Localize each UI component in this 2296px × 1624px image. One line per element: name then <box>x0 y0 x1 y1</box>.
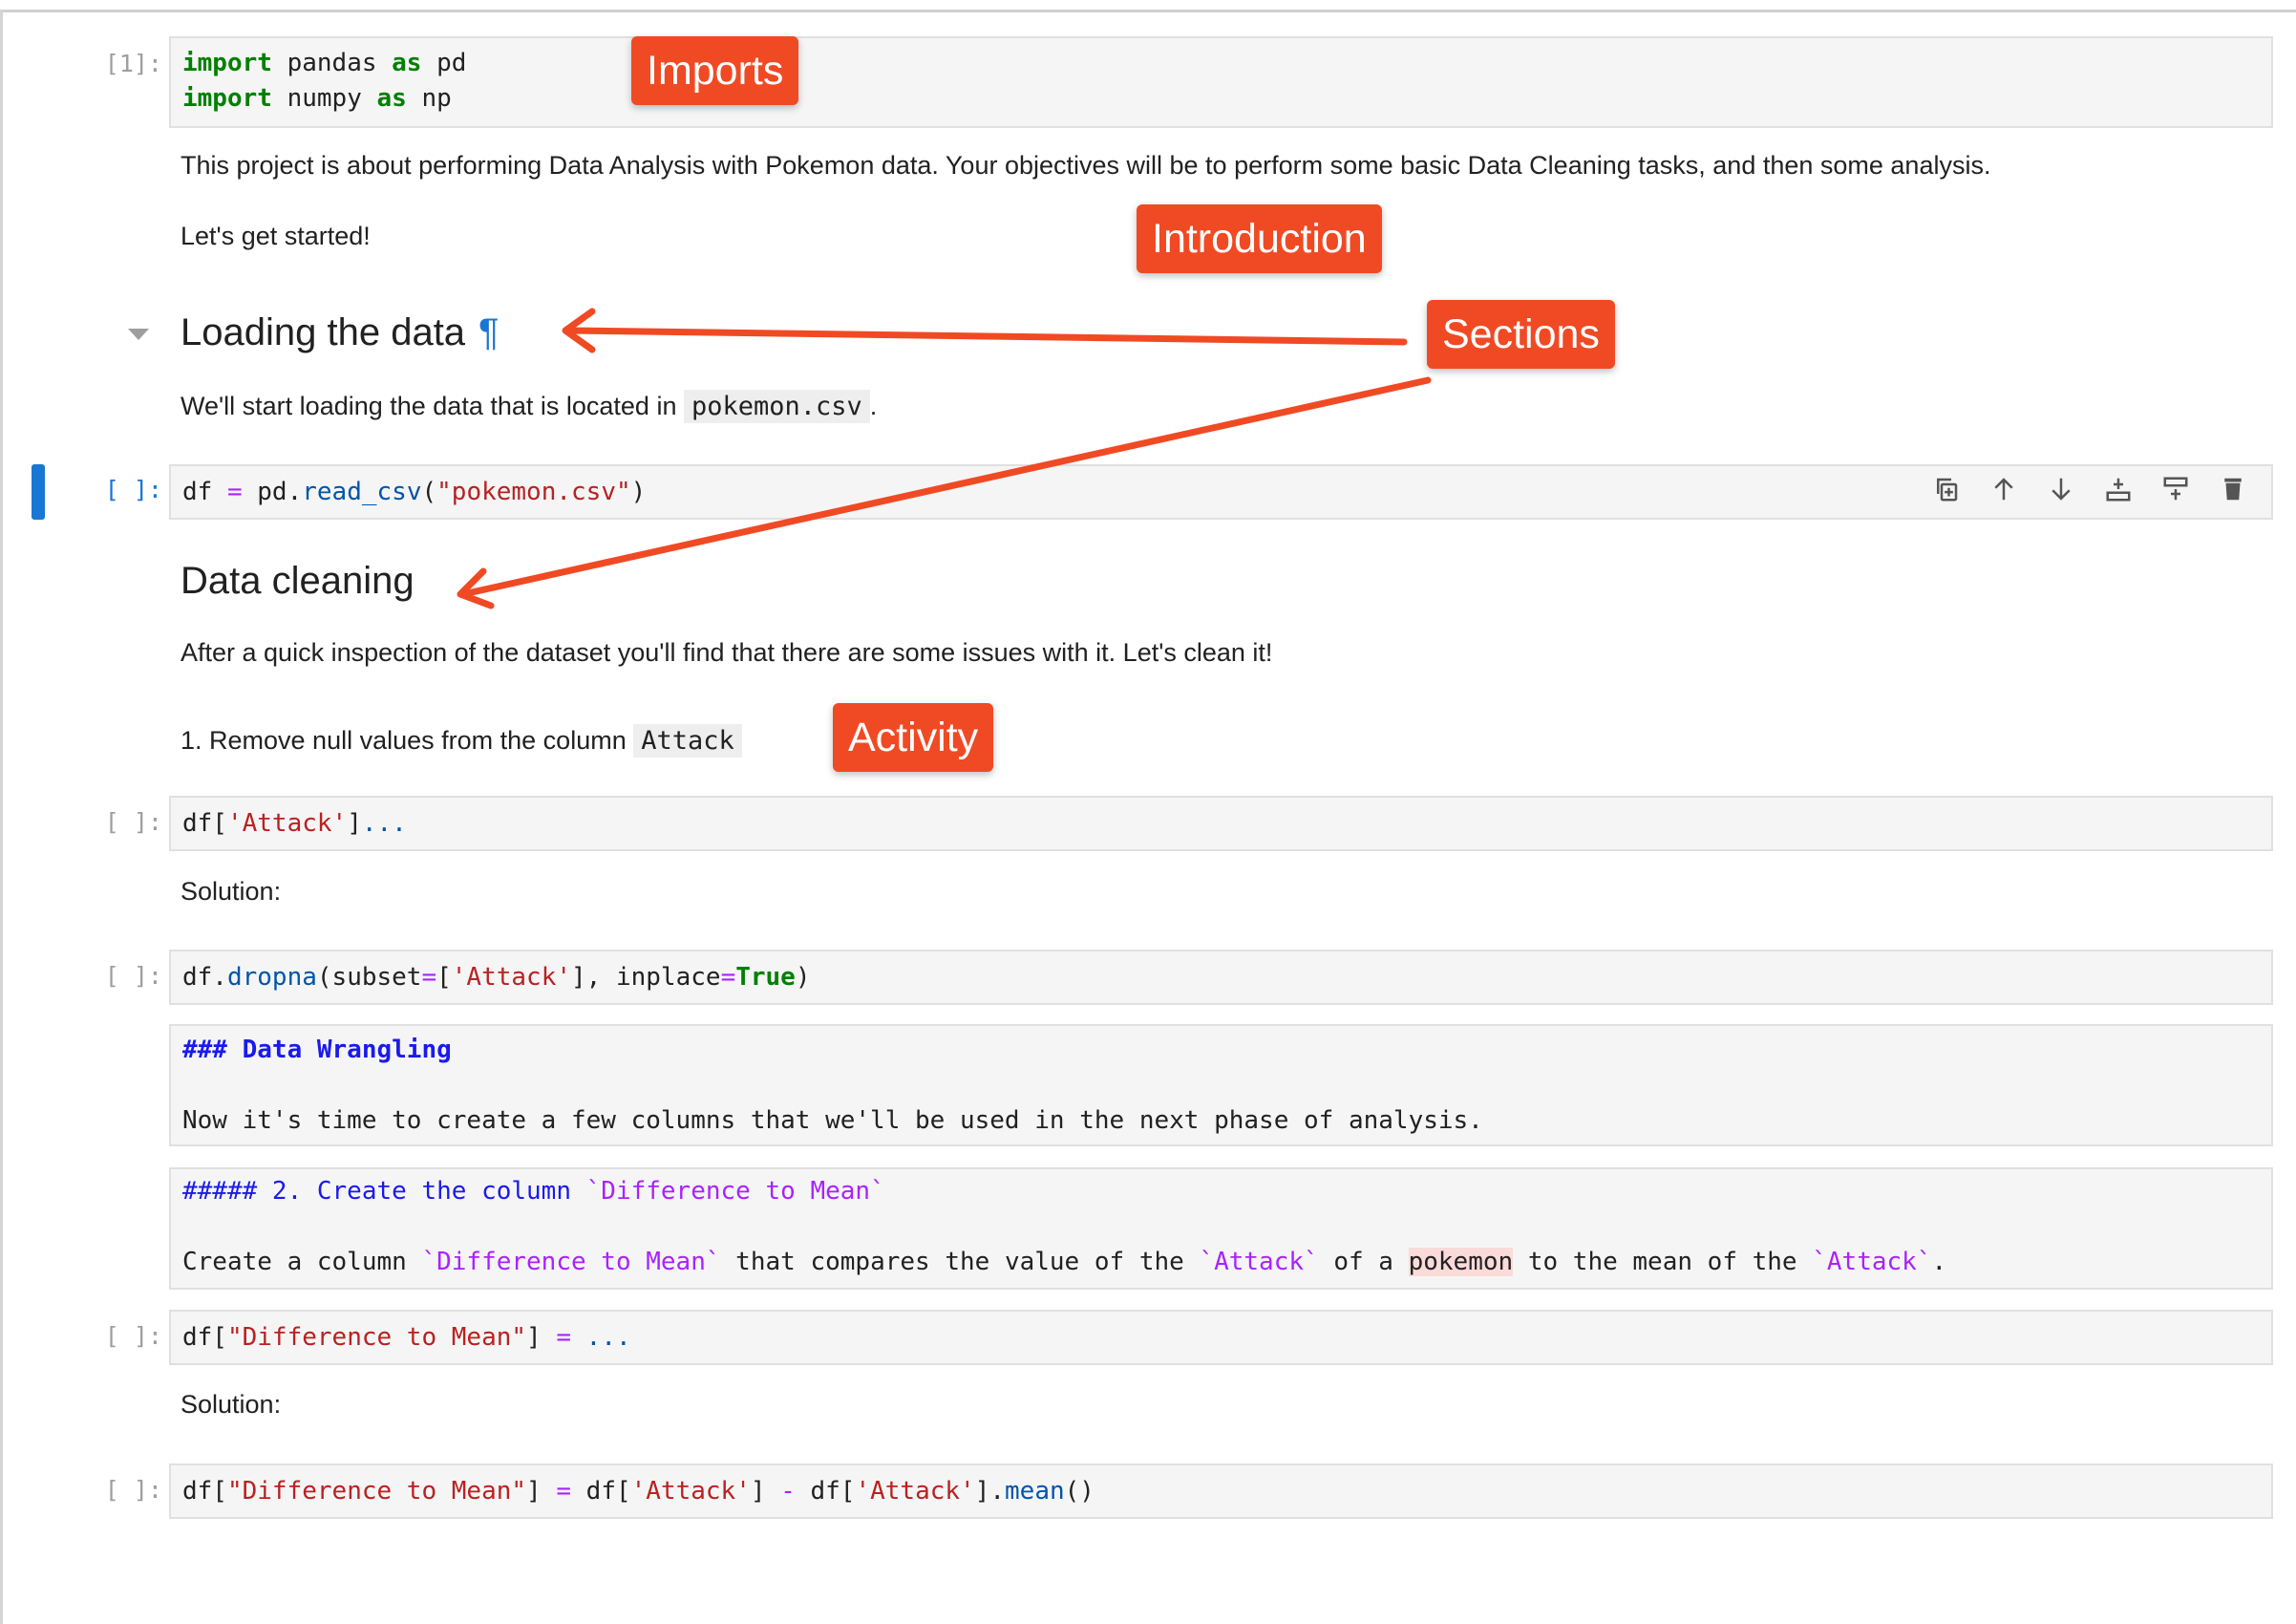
section-heading-cleaning: Data cleaning <box>181 560 415 602</box>
delete-icon[interactable] <box>2218 474 2248 504</box>
insert-below-icon[interactable] <box>2160 474 2191 504</box>
arrow-head-loading <box>562 308 596 353</box>
arrow-to-loading <box>565 327 1408 346</box>
top-border <box>0 0 2296 12</box>
insert-above-icon[interactable] <box>2103 474 2134 504</box>
loading-text: We'll start loading the data that is loc… <box>181 390 878 423</box>
active-cell-indicator <box>32 464 45 520</box>
markdown-cell-create-column[interactable]: ##### 2. Create the column `Difference t… <box>169 1167 2273 1290</box>
activity-text: 1. Remove null values from the column At… <box>181 724 742 758</box>
inline-code: pokemon.csv <box>683 390 870 423</box>
annotation-imports: Imports <box>631 36 799 105</box>
cleaning-text: After a quick inspection of the dataset … <box>181 638 1273 667</box>
cell-prompt: [ ]: <box>104 476 162 503</box>
code-line-2: import numpy as np <box>182 84 452 113</box>
section-heading-loading: Loading the data ¶ <box>181 311 500 353</box>
markdown-text: Create a column `Difference to Mean` tha… <box>182 1248 1947 1276</box>
inline-code: Attack <box>633 724 742 758</box>
code-cell-attack[interactable]: df['Attack']... <box>169 796 2273 851</box>
markdown-heading: ##### 2. Create the column `Difference t… <box>182 1177 885 1206</box>
cell-prompt: [ ]: <box>104 808 162 836</box>
annotation-activity: Activity <box>833 703 994 772</box>
anchor-link[interactable]: ¶ <box>478 311 499 353</box>
annotation-introduction: Introduction <box>1137 204 1382 273</box>
cell-prompt: [1]: <box>104 50 162 77</box>
markdown-heading: ### Data Wrangling <box>182 1036 452 1064</box>
collapse-caret-icon[interactable] <box>128 329 149 340</box>
left-border <box>0 10 3 1624</box>
solution-label: Solution: <box>181 877 282 906</box>
move-down-icon[interactable] <box>2046 474 2076 504</box>
intro-text: This project is about performing Data An… <box>181 151 1991 180</box>
move-up-icon[interactable] <box>1988 474 2019 504</box>
cell-prompt: [ ]: <box>104 962 162 990</box>
cell-toolbar <box>1931 474 2248 504</box>
arrow-head-cleaning <box>457 567 495 609</box>
cell-prompt: [ ]: <box>104 1476 162 1504</box>
markdown-cell-wrangling[interactable]: ### Data Wrangling Now it's time to creat… <box>169 1024 2273 1146</box>
code-line-1: import pandas as pd <box>182 49 467 77</box>
code-cell-difference-solution[interactable]: df["Difference to Mean"] = df['Attack'] … <box>169 1464 2273 1519</box>
code-cell-difference[interactable]: df["Difference to Mean"] = ... <box>169 1310 2273 1365</box>
annotation-sections: Sections <box>1427 300 1615 369</box>
cell-prompt: [ ]: <box>104 1322 162 1350</box>
copy-icon[interactable] <box>1931 474 1962 504</box>
started-text: Let's get started! <box>181 222 371 250</box>
markdown-text: Now it's time to create a few columns th… <box>182 1106 1483 1135</box>
solution-label: Solution: <box>181 1390 282 1419</box>
code-cell-dropna[interactable]: df.dropna(subset=['Attack'], inplace=Tru… <box>169 950 2273 1005</box>
code-cell-imports[interactable]: import pandas as pd import numpy as np <box>169 36 2273 128</box>
